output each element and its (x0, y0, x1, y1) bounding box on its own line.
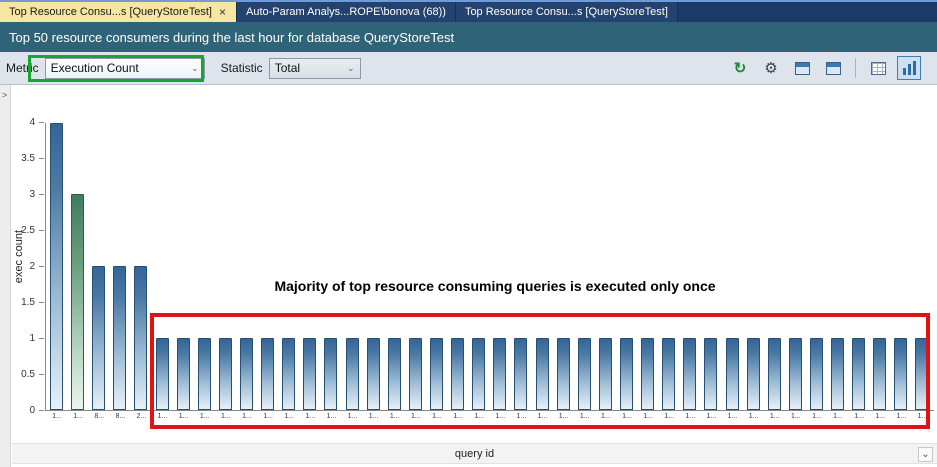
refresh-button[interactable]: ↻ (728, 56, 752, 80)
y-tick-label: 1.5 (21, 297, 35, 308)
y-tick-mark (39, 122, 44, 123)
chart-view-icon (903, 61, 916, 75)
y-tick-mark (39, 158, 44, 159)
y-tick-label: 4 (29, 117, 35, 128)
tab-auto-param-analysis[interactable]: Auto-Param Analys...ROPE\bonova (68)) (237, 2, 456, 22)
view-plan-button[interactable] (790, 56, 814, 80)
x-axis-title-band: query id ⌄ (12, 443, 937, 464)
settings-gear-icon: ⚙ (764, 59, 777, 77)
window-view-button[interactable] (821, 56, 845, 80)
y-tick-label: 1 (29, 333, 35, 344)
page-title: Top 50 resource consumers during the las… (9, 30, 454, 45)
grid-view-button[interactable] (866, 56, 890, 80)
bar-selected[interactable] (71, 194, 84, 410)
y-tick-mark (39, 266, 44, 267)
annotation-rectangle (150, 313, 930, 429)
query-bar[interactable]: 1... (71, 123, 85, 410)
y-tick-label: 2.5 (21, 225, 35, 236)
chevron-down-icon: ⌄ (191, 63, 199, 74)
toolbar-separator (855, 58, 856, 78)
refresh-icon: ↻ (734, 59, 747, 77)
tab-top-resource-consumers-2[interactable]: Top Resource Consu...s [QueryStoreTest] (456, 2, 678, 22)
axis-dropdown-chevron-icon[interactable]: ⌄ (918, 447, 933, 462)
y-tick-label: 2 (29, 261, 35, 272)
y-tick-mark (39, 194, 44, 195)
y-tick-mark (39, 338, 44, 339)
metric-dropdown-value: Execution Count (51, 61, 139, 75)
metric-dropdown[interactable]: Execution Count ⌄ (45, 58, 205, 79)
statistic-label: Statistic (221, 61, 263, 75)
metric-label: Metric (6, 61, 39, 75)
query-store-window: Top Resource Consu...s [QueryStoreTest] … (0, 0, 937, 467)
tab-label: Top Resource Consu...s [QueryStoreTest] (9, 6, 212, 18)
y-tick-label: 0 (29, 405, 35, 416)
y-tick-mark (39, 230, 44, 231)
y-tick-label: 0.5 (21, 369, 35, 380)
x-tick-label: 1... (52, 413, 62, 420)
statistic-dropdown[interactable]: Total ⌄ (269, 58, 361, 79)
query-bar[interactable]: 8... (92, 123, 106, 410)
tab-top-resource-consumers-1[interactable]: Top Resource Consu...s [QueryStoreTest] … (0, 2, 237, 22)
query-bar[interactable]: 1... (50, 123, 64, 410)
bar[interactable] (92, 266, 105, 410)
report-toolbar: Metric Execution Count ⌄ Statistic Total… (0, 52, 937, 85)
x-tick-label: 8... (94, 413, 104, 420)
y-tick-mark (39, 410, 44, 411)
window-view-icon (826, 62, 841, 75)
y-tick-label: 3 (29, 189, 35, 200)
view-plan-window-icon (795, 62, 810, 75)
bar[interactable] (50, 123, 63, 410)
close-icon[interactable]: × (218, 6, 227, 18)
plot-area: 1...1...8...8...2...1...1...1...1...1...… (45, 123, 934, 411)
y-tick-mark (39, 302, 44, 303)
y-tick-label: 3.5 (21, 153, 35, 164)
chart-panel: > exec count 00.511.522.533.54 1...1...8… (0, 85, 937, 467)
chart-view-button[interactable] (897, 56, 921, 80)
x-tick-label: 1... (73, 413, 83, 420)
settings-button[interactable]: ⚙ (759, 56, 783, 80)
bar[interactable] (113, 266, 126, 410)
toolbar-button-group: ↻ ⚙ (728, 56, 931, 80)
annotation-text: Majority of top resource consuming queri… (186, 278, 804, 294)
chevron-down-icon: ⌄ (347, 63, 355, 74)
tab-label: Top Resource Consu...s [QueryStoreTest] (465, 6, 668, 18)
y-axis: 00.511.522.533.54 (0, 123, 44, 411)
query-bar[interactable]: 8... (113, 123, 127, 410)
x-tick-label: 8... (115, 413, 125, 420)
tab-label: Auto-Param Analys...ROPE\bonova (68)) (246, 6, 446, 18)
bar[interactable] (134, 266, 147, 410)
expand-chevron-icon[interactable]: > (2, 91, 7, 100)
statistic-dropdown-value: Total (275, 61, 300, 75)
report-title-bar: Top 50 resource consumers during the las… (0, 22, 937, 52)
document-tab-strip: Top Resource Consu...s [QueryStoreTest] … (0, 0, 937, 22)
x-tick-label: 2... (137, 413, 147, 420)
grid-view-icon (871, 62, 886, 75)
y-tick-mark (39, 374, 44, 375)
query-bar[interactable]: 2... (134, 123, 148, 410)
x-axis-title: query id (455, 448, 494, 460)
